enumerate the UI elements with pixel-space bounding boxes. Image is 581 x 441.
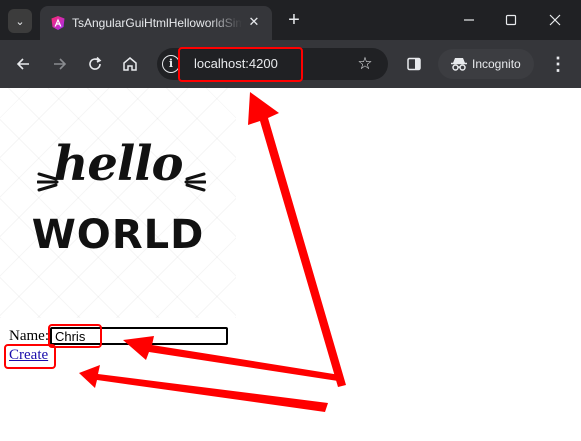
back-button[interactable] bbox=[11, 52, 35, 76]
logo-hello-text: hello bbox=[53, 136, 184, 192]
forward-arrow-icon bbox=[54, 58, 67, 70]
incognito-chip[interactable]: Incognito bbox=[438, 49, 534, 79]
maximize-button[interactable] bbox=[497, 8, 525, 32]
hello-world-logo: hello WORLD bbox=[0, 88, 236, 318]
page-content: hello WORLD Name: Create bbox=[0, 88, 581, 441]
forward-button[interactable] bbox=[48, 52, 72, 76]
bookmark-star-icon[interactable]: ☆ bbox=[355, 54, 375, 74]
tab-search-button[interactable]: ⌄ bbox=[8, 9, 32, 33]
url-highlight-box bbox=[178, 47, 303, 82]
tab-close-icon[interactable]: ✕ bbox=[246, 14, 262, 30]
incognito-icon bbox=[451, 58, 467, 71]
logo-world-text: WORLD bbox=[31, 212, 205, 258]
name-input-highlight-box bbox=[48, 324, 102, 348]
maximize-icon bbox=[505, 14, 517, 26]
create-link-highlight-box bbox=[4, 344, 56, 369]
name-label: Name: bbox=[9, 327, 49, 344]
home-button[interactable] bbox=[118, 52, 142, 76]
chevron-down-icon: ⌄ bbox=[15, 15, 25, 28]
home-icon bbox=[123, 57, 137, 71]
kebab-menu-icon[interactable]: ⋮ bbox=[548, 54, 568, 74]
new-tab-button[interactable]: + bbox=[284, 10, 304, 30]
angular-favicon-icon bbox=[51, 16, 65, 30]
active-tab[interactable]: TsAngularGuiHtmlHelloworldSimple ✕ bbox=[40, 6, 272, 40]
close-icon bbox=[549, 14, 561, 26]
minimize-button[interactable] bbox=[455, 8, 483, 32]
tab-strip: ⌄ TsAngularGuiHtmlHelloworldSimple ✕ + bbox=[0, 0, 581, 40]
tab-title: TsAngularGuiHtmlHelloworldSimple bbox=[72, 16, 242, 30]
reload-button[interactable] bbox=[83, 52, 107, 76]
side-panel-icon bbox=[407, 57, 421, 71]
close-window-button[interactable] bbox=[541, 8, 569, 32]
minimize-icon bbox=[464, 19, 474, 21]
side-panel-button[interactable] bbox=[404, 54, 424, 74]
back-arrow-icon bbox=[16, 58, 29, 70]
reload-icon bbox=[89, 56, 102, 70]
incognito-label: Incognito bbox=[472, 57, 521, 71]
